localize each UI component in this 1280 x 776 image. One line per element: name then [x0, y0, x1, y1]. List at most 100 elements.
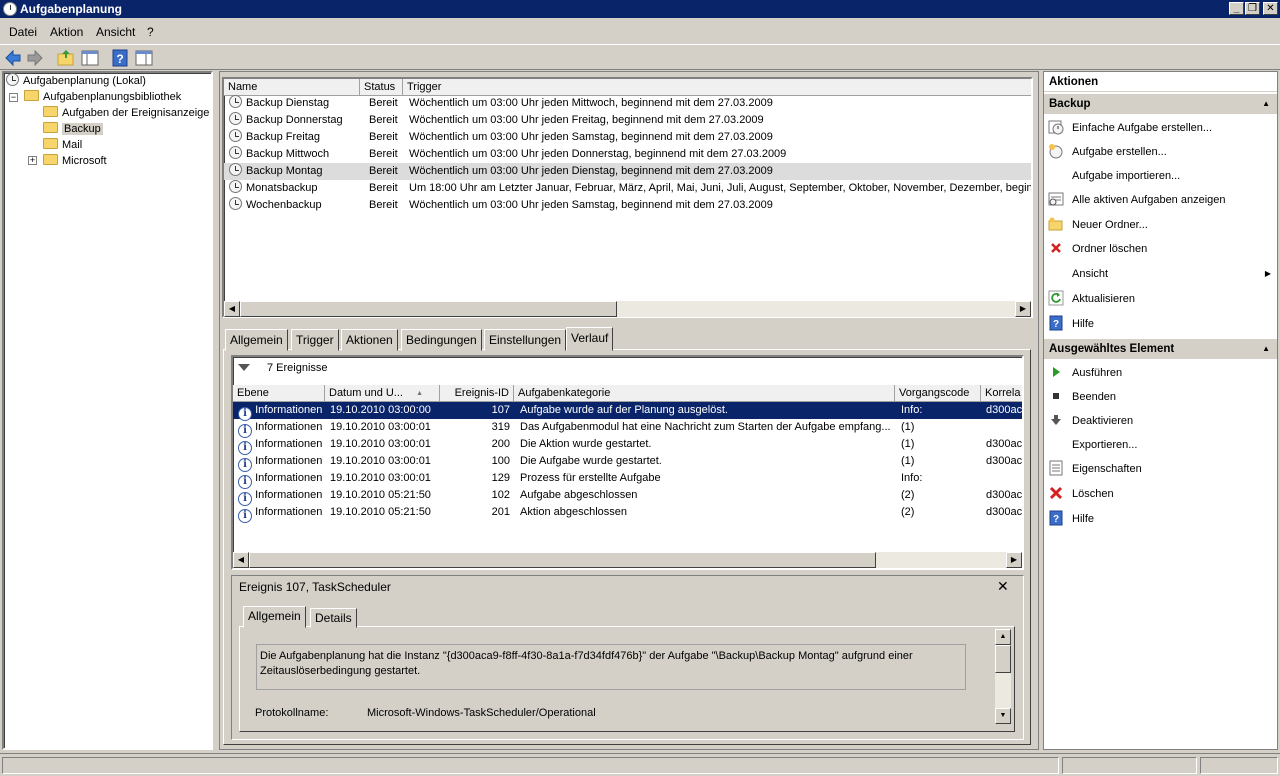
console-tree: [2, 71, 213, 750]
menu-aktion[interactable]: Aktion: [50, 25, 83, 39]
delete-icon: [1049, 486, 1063, 500]
action-run[interactable]: Ausführen: [1048, 364, 1122, 382]
tab-verlauf[interactable]: Verlauf: [566, 327, 614, 351]
action-help[interactable]: ? Hilfe: [1048, 315, 1094, 333]
action-refresh[interactable]: Aktualisieren: [1048, 290, 1135, 308]
column-ebene[interactable]: Ebene: [233, 385, 325, 402]
scroll-thumb[interactable]: [995, 645, 1011, 673]
minimize-button[interactable]: _: [1229, 2, 1244, 15]
task-row[interactable]: Monatsbackup Bereit Um 18:00 Uhr am Letz…: [224, 180, 1031, 197]
action-view[interactable]: Ansicht ▶: [1048, 265, 1273, 283]
tree-expand-toggle[interactable]: +: [28, 156, 37, 165]
column-vorgangscode[interactable]: Vorgangscode: [895, 385, 981, 402]
action-show-running-tasks[interactable]: Alle aktiven Aufgaben anzeigen: [1048, 191, 1226, 209]
scroll-thumb[interactable]: [240, 301, 617, 317]
tree-root[interactable]: Aufgabenplanung (Lokal): [6, 73, 146, 89]
column-status[interactable]: Status: [360, 79, 403, 96]
scroll-right-button[interactable]: ▶: [1006, 552, 1022, 568]
action-new-folder[interactable]: Neuer Ordner...: [1048, 216, 1148, 234]
folder-up-icon[interactable]: [56, 48, 76, 68]
back-icon[interactable]: [3, 48, 23, 68]
task-row[interactable]: Backup Mittwoch Bereit Wöchentlich um 03…: [224, 146, 1031, 163]
status-bar: [0, 753, 1280, 776]
show-hide-tree-icon[interactable]: [80, 48, 100, 68]
scroll-right-button[interactable]: ▶: [1015, 301, 1031, 317]
menu-ansicht[interactable]: Ansicht: [96, 25, 135, 39]
event-row[interactable]: i Informationen 19.10.2010 03:00:01 319 …: [233, 419, 1022, 438]
action-import-task[interactable]: Aufgabe importieren...: [1048, 167, 1180, 185]
tab-aktionen[interactable]: Aktionen: [341, 329, 398, 351]
task-row[interactable]: Backup Freitag Bereit Wöchentlich um 03:…: [224, 129, 1031, 146]
tab-einstellungen[interactable]: Einstellungen: [484, 329, 567, 351]
help-icon[interactable]: ?: [110, 48, 130, 68]
task-icon: [229, 163, 242, 176]
menu-help[interactable]: ?: [147, 25, 154, 39]
close-window-button[interactable]: ✕: [1263, 2, 1278, 15]
action-delete-folder[interactable]: Ordner löschen: [1048, 240, 1147, 258]
column-trigger[interactable]: Trigger: [403, 79, 1031, 96]
task-list-hscrollbar[interactable]: ◀ ▶: [224, 301, 1031, 317]
task-row[interactable]: Backup Dienstag Bereit Wöchentlich um 03…: [224, 95, 1031, 112]
detail-tab-allgemein[interactable]: Allgemein: [243, 606, 306, 628]
action-delete[interactable]: Löschen: [1048, 485, 1114, 503]
task-row[interactable]: Wochenbackup Bereit Wöchentlich um 03:00…: [224, 197, 1031, 214]
event-row[interactable]: i Informationen 19.10.2010 05:21:50 102 …: [233, 487, 1022, 506]
history-hscrollbar[interactable]: ◀ ▶: [233, 552, 1022, 568]
task-row[interactable]: Backup Donnerstag Bereit Wöchentlich um …: [224, 112, 1031, 129]
tree-item-backup[interactable]: Backup: [43, 121, 103, 137]
run-icon: [1053, 367, 1060, 377]
scroll-left-button[interactable]: ◀: [224, 301, 240, 317]
tree-collapse-toggle[interactable]: −: [9, 93, 18, 102]
action-help-selected[interactable]: ? Hilfe: [1048, 510, 1094, 528]
task-icon: [229, 146, 242, 159]
event-row-selected[interactable]: i Informationen 19.10.2010 03:00:00 107 …: [233, 402, 1022, 421]
tab-trigger[interactable]: Trigger: [291, 329, 339, 351]
action-create-basic-task[interactable]: Einfache Aufgabe erstellen...: [1048, 119, 1212, 137]
close-icon[interactable]: ✕: [997, 578, 1009, 595]
event-detail-title: Ereignis 107, TaskScheduler: [239, 580, 391, 594]
show-action-pane-icon[interactable]: [134, 48, 154, 68]
action-create-task[interactable]: Aufgabe erstellen...: [1048, 143, 1167, 161]
folder-icon: [43, 106, 58, 117]
event-row[interactable]: i Informationen 19.10.2010 05:21:50 201 …: [233, 504, 1022, 523]
task-row-selected[interactable]: Backup Montag Bereit Wöchentlich um 03:0…: [224, 163, 1031, 180]
event-row[interactable]: i Informationen 19.10.2010 03:00:01 200 …: [233, 436, 1022, 455]
scroll-up-button[interactable]: ▲: [995, 629, 1011, 645]
event-row[interactable]: i Informationen 19.10.2010 03:00:01 129 …: [233, 470, 1022, 489]
scroll-left-button[interactable]: ◀: [233, 552, 249, 568]
scroll-down-button[interactable]: ▼: [995, 708, 1011, 724]
actions-section-backup[interactable]: Backup ▲: [1044, 94, 1277, 114]
restore-button[interactable]: ❐: [1245, 2, 1260, 15]
tab-bedingungen[interactable]: Bedingungen: [401, 329, 482, 351]
menu-datei[interactable]: Datei: [9, 25, 37, 39]
tab-allgemein[interactable]: Allgemein: [225, 329, 288, 351]
action-properties[interactable]: Eigenschaften: [1048, 460, 1142, 478]
actions-header: Aktionen: [1044, 72, 1277, 92]
tree-item-ereignisanzeige[interactable]: Aufgaben der Ereignisanzeige: [43, 105, 209, 121]
svg-text:?: ?: [116, 52, 123, 66]
detail-vscrollbar[interactable]: ▲ ▼: [995, 629, 1011, 724]
column-korrelation[interactable]: Korrela: [981, 385, 1022, 402]
forward-icon[interactable]: [25, 48, 45, 68]
action-disable[interactable]: Deaktivieren: [1048, 412, 1133, 430]
toolbar: ?: [0, 44, 1280, 70]
column-name[interactable]: Name: [224, 79, 360, 96]
filter-icon[interactable]: [238, 364, 250, 371]
scroll-thumb[interactable]: [249, 552, 876, 568]
column-aufgabenkategorie[interactable]: Aufgabenkategorie: [514, 385, 895, 402]
column-ereignis-id[interactable]: Ereignis-ID: [440, 385, 514, 402]
detail-tab-details[interactable]: Details: [310, 608, 357, 628]
column-datum[interactable]: Datum und U... ▲: [325, 385, 440, 402]
action-end[interactable]: Beenden: [1048, 388, 1116, 406]
action-export[interactable]: Exportieren...: [1048, 436, 1137, 454]
folder-icon: [43, 154, 58, 165]
tree-item-microsoft[interactable]: Microsoft: [43, 153, 107, 169]
actions-section-selected[interactable]: Ausgewähltes Element ▲: [1044, 339, 1277, 359]
tree-item-mail[interactable]: Mail: [43, 137, 82, 153]
new-folder-icon: [1048, 217, 1063, 231]
clock-icon: [3, 2, 17, 16]
collapse-icon: ▲: [1262, 344, 1270, 353]
tree-library[interactable]: Aufgabenplanungsbibliothek: [24, 89, 181, 105]
event-message: Die Aufgabenplanung hat die Instanz "{d3…: [256, 644, 966, 690]
event-row[interactable]: i Informationen 19.10.2010 03:00:01 100 …: [233, 453, 1022, 472]
